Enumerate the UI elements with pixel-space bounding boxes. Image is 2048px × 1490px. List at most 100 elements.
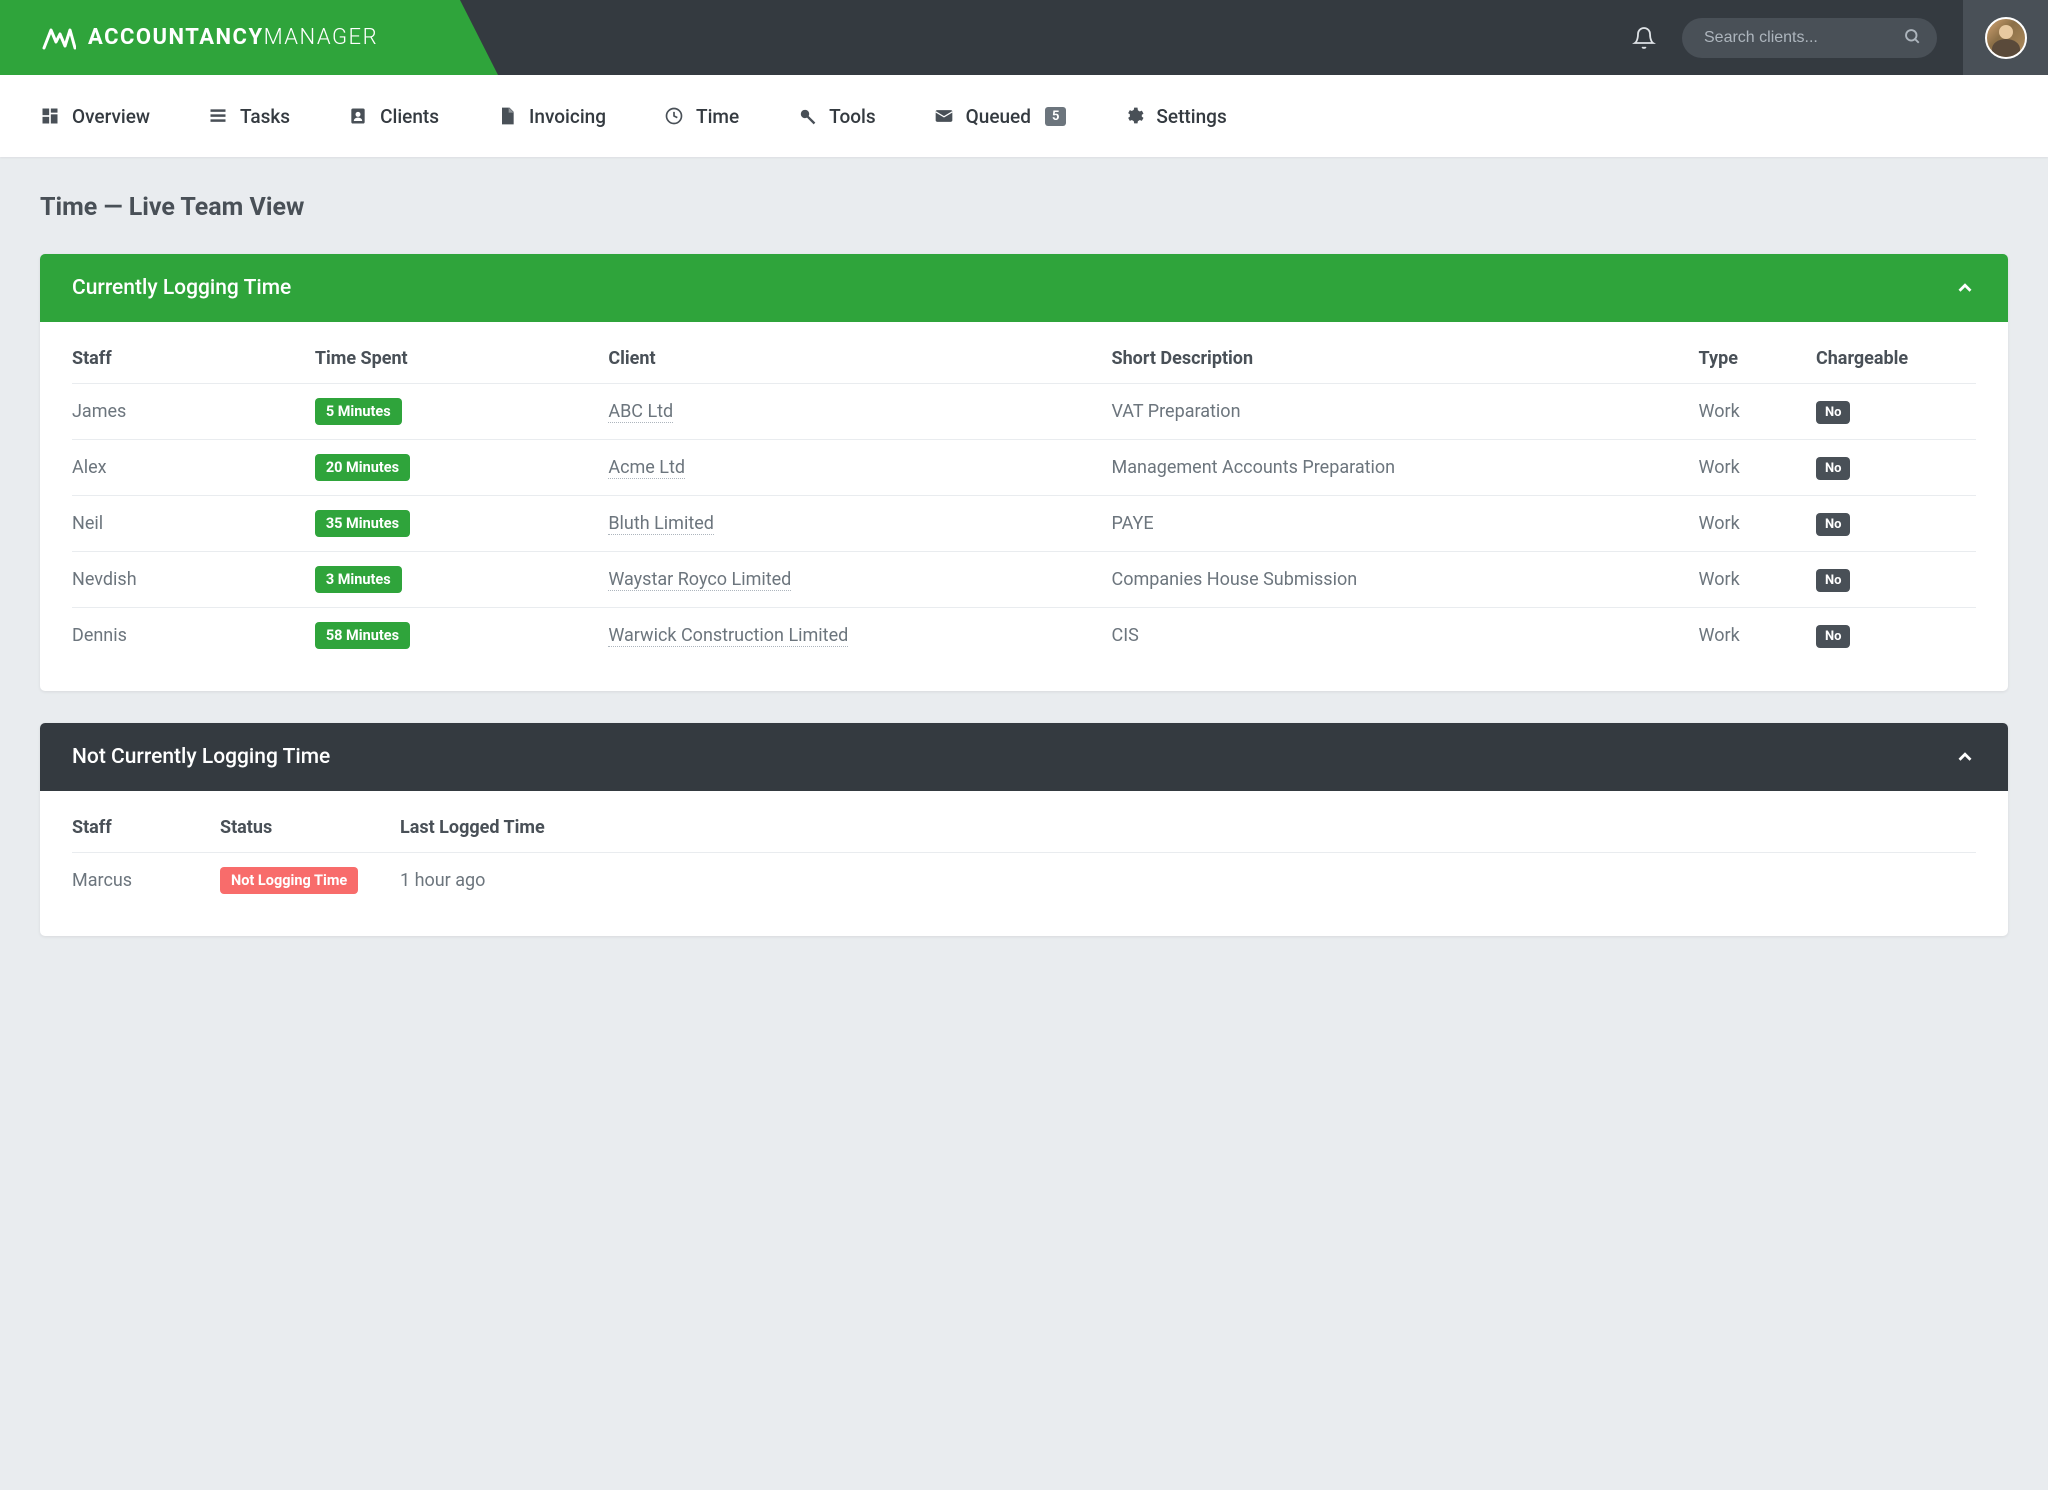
nav-label: Overview	[72, 105, 150, 128]
table-row: Marcus Not Logging Time 1 hour ago	[72, 853, 1976, 909]
cell-description: Companies House Submission	[1104, 552, 1691, 608]
panel-header-currently-logging[interactable]: Currently Logging Time	[40, 254, 2008, 322]
nav-settings[interactable]: Settings	[1124, 105, 1226, 128]
tasks-icon	[208, 106, 228, 126]
logo-icon	[42, 26, 76, 50]
cell-status: Not Logging Time	[212, 853, 392, 909]
cell-client: Waystar Royco Limited	[600, 552, 1103, 608]
tools-icon	[797, 106, 817, 126]
cell-client: Warwick Construction Limited	[600, 608, 1103, 664]
client-link[interactable]: Warwick Construction Limited	[608, 625, 848, 647]
th-chargeable: Chargeable	[1808, 322, 1976, 384]
not-logging-table: Staff Status Last Logged Time Marcus Not …	[72, 791, 1976, 908]
nav-label: Invoicing	[529, 105, 606, 128]
th-status: Status	[212, 791, 392, 853]
th-short-description: Short Description	[1104, 322, 1691, 384]
th-staff: Staff	[72, 791, 212, 853]
time-badge: 3 Minutes	[315, 566, 402, 593]
nav-tools[interactable]: Tools	[797, 105, 875, 128]
chevron-up-icon	[1954, 746, 1976, 768]
avatar	[1985, 17, 2027, 59]
cell-description: Management Accounts Preparation	[1104, 440, 1691, 496]
chargeable-badge: No	[1816, 625, 1851, 648]
table-row: Nevdish 3 Minutes Waystar Royco Limited Com…	[72, 552, 1976, 608]
status-badge: Not Logging Time	[220, 867, 358, 894]
chargeable-badge: No	[1816, 457, 1851, 480]
client-link[interactable]: Waystar Royco Limited	[608, 569, 791, 591]
dashboard-icon	[40, 106, 60, 126]
nav-label: Queued	[966, 105, 1031, 128]
nav-time[interactable]: Time	[664, 105, 739, 128]
cell-chargeable: No	[1808, 496, 1976, 552]
th-time-spent: Time Spent	[307, 322, 601, 384]
nav-invoicing[interactable]: Invoicing	[497, 105, 606, 128]
user-menu[interactable]	[1963, 0, 2048, 75]
nav-label: Tasks	[240, 105, 290, 128]
cell-client: Bluth Limited	[600, 496, 1103, 552]
table-row: James5 MinutesABC LtdVAT PreparationWork…	[72, 384, 1976, 440]
main-nav: Overview Tasks Clients Invoicing Time To…	[0, 75, 2048, 157]
cell-time-spent: 5 Minutes	[307, 384, 601, 440]
cell-staff: Alex	[72, 440, 307, 496]
cell-staff: James	[72, 384, 307, 440]
cell-type: Work	[1691, 496, 1808, 552]
client-link[interactable]: ABC Ltd	[608, 401, 673, 423]
nav-label: Time	[696, 105, 739, 128]
panel-title: Not Currently Logging Time	[72, 745, 330, 769]
nav-overview[interactable]: Overview	[40, 105, 150, 128]
client-link[interactable]: Acme Ltd	[608, 457, 685, 479]
cell-chargeable: No	[1808, 384, 1976, 440]
panel-header-not-logging[interactable]: Not Currently Logging Time	[40, 723, 2008, 791]
cell-type: Work	[1691, 552, 1808, 608]
panel-title: Currently Logging Time	[72, 276, 291, 300]
cell-staff: Neil	[72, 496, 307, 552]
search-input[interactable]	[1682, 18, 1937, 58]
th-last-logged: Last Logged Time	[392, 791, 1976, 853]
cell-time-spent: 35 Minutes	[307, 496, 601, 552]
cell-last-logged: 1 hour ago	[392, 853, 1976, 909]
nav-label: Settings	[1156, 105, 1226, 128]
th-client: Client	[600, 322, 1103, 384]
time-badge: 20 Minutes	[315, 454, 410, 481]
cell-client: Acme Ltd	[600, 440, 1103, 496]
nav-queued[interactable]: Queued 5	[934, 105, 1067, 128]
time-badge: 58 Minutes	[315, 622, 410, 649]
nav-label: Tools	[829, 105, 875, 128]
cell-type: Work	[1691, 440, 1808, 496]
logo-text: ACCOUNTANCYMANAGER	[88, 25, 378, 50]
cell-time-spent: 20 Minutes	[307, 440, 601, 496]
cell-description: PAYE	[1104, 496, 1691, 552]
notifications-button[interactable]	[1632, 25, 1656, 51]
top-header: ACCOUNTANCYMANAGER	[0, 0, 2048, 75]
chargeable-badge: No	[1816, 569, 1851, 592]
gear-icon	[1124, 106, 1144, 126]
nav-clients[interactable]: Clients	[348, 105, 439, 128]
cell-client: ABC Ltd	[600, 384, 1103, 440]
queued-badge: 5	[1045, 107, 1066, 126]
nav-tasks[interactable]: Tasks	[208, 105, 290, 128]
currently-logging-table: Staff Time Spent Client Short Descriptio…	[72, 322, 1976, 663]
chevron-up-icon	[1954, 277, 1976, 299]
cell-type: Work	[1691, 608, 1808, 664]
cell-staff: Marcus	[72, 853, 212, 909]
cell-chargeable: No	[1808, 552, 1976, 608]
chargeable-badge: No	[1816, 513, 1851, 536]
cell-time-spent: 3 Minutes	[307, 552, 601, 608]
logo[interactable]: ACCOUNTANCYMANAGER	[0, 0, 460, 75]
page-title: Time — Live Team View	[40, 193, 2008, 222]
table-row: Neil35 Minutes Bluth Limited PAYEWork No	[72, 496, 1976, 552]
bell-icon	[1632, 25, 1656, 51]
main-content: Time — Live Team View Currently Logging …	[0, 157, 2048, 1028]
time-badge: 5 Minutes	[315, 398, 402, 425]
invoicing-icon	[497, 106, 517, 126]
cell-staff: Dennis	[72, 608, 307, 664]
table-row: Dennis 58 Minutes Warwick Construction Lim…	[72, 608, 1976, 664]
search-wrap	[1682, 18, 1937, 58]
table-row: Alex 20 Minutes Acme Ltd Management Account…	[72, 440, 1976, 496]
cell-staff: Nevdish	[72, 552, 307, 608]
clients-icon	[348, 106, 368, 126]
client-link[interactable]: Bluth Limited	[608, 513, 714, 535]
panel-currently-logging: Currently Logging Time Staff Time Spent …	[40, 254, 2008, 691]
th-staff: Staff	[72, 322, 307, 384]
cell-chargeable: No	[1808, 608, 1976, 664]
